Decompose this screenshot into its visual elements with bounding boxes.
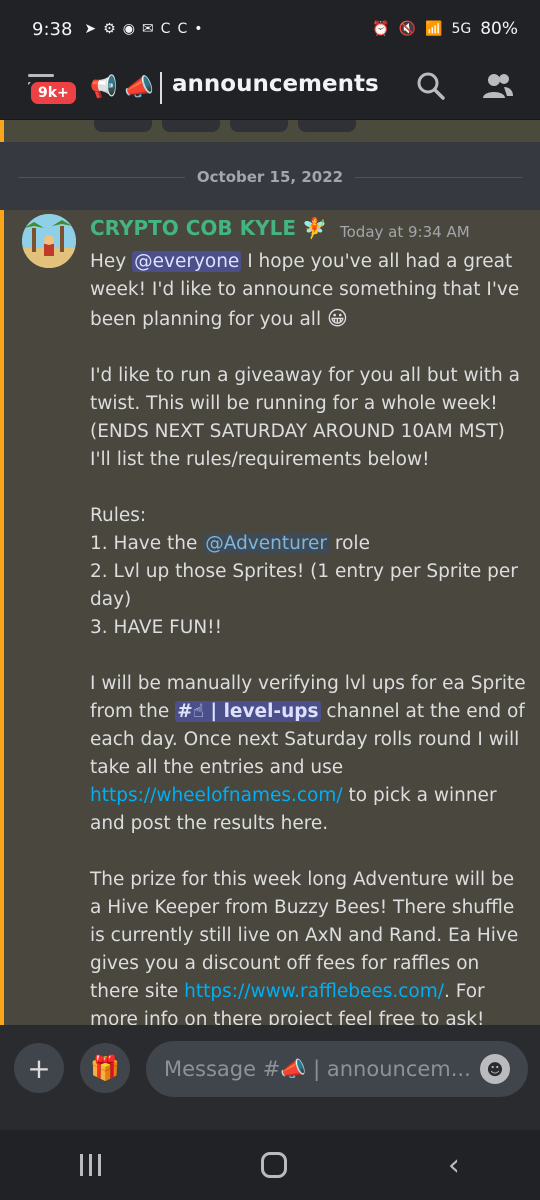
reaction-pill[interactable] — [230, 120, 288, 132]
mail-icon: ✉ — [141, 21, 154, 37]
c-app-icon: C — [177, 21, 188, 37]
settings-icon: ⚙ — [103, 21, 116, 37]
date-divider: October 15, 2022 — [18, 164, 523, 190]
message-list[interactable]: October 15, 2022 CRYPTO COB KYLE 🧚 Today… — [0, 120, 540, 1025]
message-timestamp: Today at 9:34 AM — [340, 223, 470, 241]
previous-message-reactions — [0, 120, 540, 142]
alarm-icon: ⏰ — [372, 21, 390, 37]
c-app-icon: C — [160, 21, 171, 37]
recents-icon[interactable] — [80, 1154, 102, 1176]
message-content: Hey @everyone I hope you've all had a gr… — [90, 251, 532, 1025]
channel-emoji: 📣 — [124, 73, 154, 101]
date-divider-text: October 15, 2022 — [196, 168, 344, 186]
status-time: 9:38 — [32, 18, 73, 40]
rule-item: 2. Lvl up those Sprites! (1 entry per Sp… — [90, 561, 524, 610]
rules-title: Rules: — [90, 505, 147, 526]
channel-separator — [160, 72, 162, 104]
author-name[interactable]: CRYPTO COB KYLE — [90, 216, 296, 240]
avatar[interactable] — [22, 214, 76, 268]
app-icon: ◉ — [122, 21, 135, 37]
mute-icon: 🔇 — [398, 21, 416, 37]
level-ups-channel-mention[interactable]: #☝ | level-ups — [175, 701, 321, 722]
grinning-emoji: 😀 — [326, 306, 348, 330]
status-notification-icons: ➤ ⚙ ◉ ✉ C C • — [84, 21, 372, 37]
reaction-pill[interactable] — [298, 120, 356, 132]
system-nav-bar: ‹ — [0, 1130, 540, 1200]
message[interactable]: CRYPTO COB KYLE 🧚 Today at 9:34 AM Hey @… — [0, 210, 540, 1025]
announcement-channel-icon: 📢 — [90, 75, 118, 100]
reaction-pill[interactable] — [94, 120, 152, 132]
everyone-mention[interactable]: @everyone — [132, 251, 242, 272]
telegram-icon: ➤ — [84, 21, 97, 37]
channel-header: 9k+ 📢 📣 announcements — [0, 58, 540, 120]
gift-button[interactable]: 🎁 — [80, 1043, 130, 1093]
rafflebees-link[interactable]: https://www.rafflebees.com/ — [184, 981, 444, 1002]
message-composer: + 🎁 Message #📣 | announcem... ☻ — [0, 1025, 540, 1130]
battery-level: 80% — [480, 19, 518, 39]
author-badge-icon: 🧚 — [302, 216, 327, 240]
message-input[interactable]: Message #📣 | announcem... ☻ — [146, 1041, 528, 1097]
reaction-pill[interactable] — [162, 120, 220, 132]
emoji-picker-icon[interactable]: ☻ — [480, 1054, 510, 1084]
adventurer-role-mention[interactable]: @Adventurer — [203, 533, 330, 554]
wheelofnames-link[interactable]: https://wheelofnames.com/ — [90, 785, 343, 806]
back-icon[interactable]: ‹ — [448, 1148, 460, 1183]
rule-item: 3. HAVE FUN!! — [90, 617, 222, 638]
search-icon[interactable] — [416, 71, 446, 101]
message-input-placeholder: Message #📣 | announcem... — [164, 1056, 471, 1081]
signal-icon: 📶 — [425, 21, 443, 37]
members-icon[interactable] — [482, 71, 514, 101]
status-bar: 9:38 ➤ ⚙ ◉ ✉ C C • ⏰ 🔇 📶 5G 80% — [0, 0, 540, 58]
add-attachment-button[interactable]: + — [14, 1043, 64, 1093]
paragraph: I'd like to run a giveaway for you all b… — [90, 365, 526, 470]
status-system-icons: ⏰ 🔇 📶 5G 80% — [372, 19, 518, 39]
unread-badge: 9k+ — [28, 79, 79, 107]
channel-name[interactable]: announcements — [172, 71, 379, 97]
more-notifications-icon: • — [194, 21, 203, 37]
network-5g-icon: 5G — [451, 21, 472, 37]
home-icon[interactable] — [261, 1152, 288, 1178]
